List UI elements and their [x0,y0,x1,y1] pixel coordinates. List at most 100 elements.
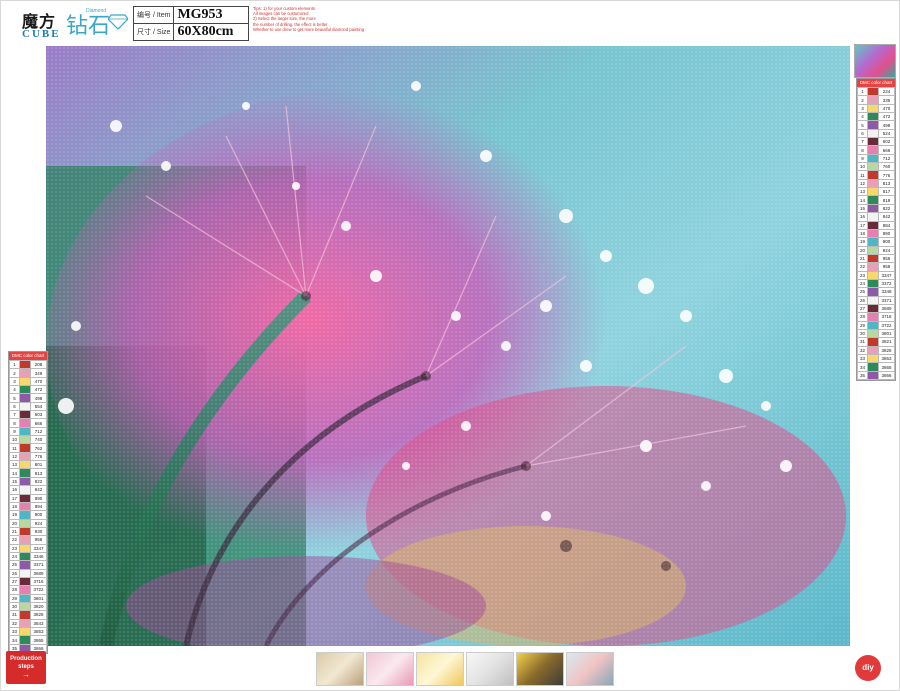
legend-swatch [866,270,879,280]
legend-row: 7 603 [9,410,48,420]
legend-index: 26 [857,295,868,305]
legend-code: 956 [877,253,896,264]
legend-code: 3346 [29,551,48,562]
legend-code: 3865 [877,362,896,372]
gem-icon [108,14,128,30]
legend-index: 30 [857,328,868,339]
legend-code: 3821 [877,337,896,347]
legend-row: 12 813 [857,178,896,189]
legend-code: 470 [877,103,896,114]
legend-row: 29 3722 [857,320,896,330]
legend-code: 900 [877,237,896,247]
legend-table: 1 224 2 335 3 470 4 472 5 498 6 524 7 602 8 666 9 712 10 76… [857,86,896,381]
legend-swatch [866,353,879,364]
legend-swatch [866,187,879,197]
legend-swatch [18,560,31,570]
legend-code: 930 [29,526,48,537]
legend-index: 29 [9,593,20,603]
legend-code: 3371 [29,560,48,570]
flower-artwork [46,46,850,646]
legend-row: 16 842 [857,212,896,222]
legend-code: 603 [29,410,48,420]
legend-swatch [866,370,879,381]
legend-row: 25 3348 [857,287,896,297]
note-line: Whether to use drew to get more beautifu… [253,26,365,32]
legend-index: 3 [857,103,868,114]
legend-code: 208 [29,359,48,370]
legend-index: 1 [857,86,868,97]
legend-code: 498 [29,393,48,403]
legend-swatch [18,501,31,512]
legend-index: 25 [9,560,20,570]
legend-row: 33 3853 [9,626,48,637]
legend-swatch [866,220,879,230]
legend-index: 4 [857,112,868,122]
legend-swatch [866,86,879,97]
legend-row: 4 472 [9,385,48,395]
step-photo-3 [416,652,464,686]
legend-code: 813 [29,468,48,478]
legend-code: 666 [877,145,896,155]
legend-code: 822 [29,476,48,487]
diamond-painting-preview [46,46,850,646]
legend-code: 776 [29,451,48,462]
legend-index: 28 [9,585,20,595]
legend-code: 801 [29,460,48,470]
step-photo-6 [566,652,614,686]
color-legend-right: DMC color chart 1 224 2 335 3 470 4 472 5 498 6 524… [856,78,896,382]
legend-row: 25 3371 [9,560,48,570]
legend-index: 16 [857,212,868,222]
legend-row: 5 498 [9,393,48,403]
brand-diamond-en: Diamond [86,8,107,14]
legend-row: 26 3371 [857,295,896,305]
legend-row: 1 224 [857,86,896,97]
legend-code: 3716 [29,576,48,587]
legend-code: 349 [29,368,48,378]
legend-row: 5 498 [857,120,896,130]
legend-index: 2 [9,368,20,378]
legend-code: 894 [29,501,48,512]
legend-index: 17 [857,220,868,230]
legend-code: 819 [877,195,896,205]
legend-index: 10 [857,162,868,172]
legend-swatch [18,576,31,587]
legend-index: 6 [857,128,868,139]
legend-code: 3347 [877,270,896,280]
legend-code: 335 [877,95,896,105]
legend-row: 28 3716 [857,312,896,322]
legend-swatch [866,128,879,139]
legend-row: 28 3722 [9,585,48,595]
legend-index: 19 [857,237,868,247]
product-info-table: 编号 / Item MG953 尺寸 / Size 60X80cm [132,6,250,41]
legend-swatch [18,543,31,553]
legend-code: 470 [29,376,48,387]
legend-swatch [866,312,879,322]
legend-swatch [18,635,31,645]
legend-index: 19 [9,510,20,520]
legend-swatch [18,418,31,428]
legend-row: 15 822 [857,203,896,214]
legend-index: 24 [857,278,868,289]
legend-index: 20 [9,518,20,528]
legend-swatch [866,170,879,180]
legend-swatch [18,401,31,412]
item-value: MG953 [173,6,250,24]
legend-swatch [18,601,31,612]
legend-index: 33 [857,353,868,364]
legend-code: 890 [29,493,48,503]
legend-swatch [866,237,879,247]
legend-swatch [18,368,31,378]
diy-badge: diy [855,655,881,681]
legend-index: 16 [9,485,20,495]
legend-swatch [866,278,879,289]
legend-row: 10 760 [857,162,896,172]
legend-swatch [18,593,31,603]
size-value: 60X80cm [173,23,250,41]
step-photo-4 [466,652,514,686]
legend-row: 21 930 [9,526,48,537]
legend-row: 1 208 [9,359,48,370]
brand-name-en: CUBE [22,28,61,40]
legend-row: 26 3689 [9,568,48,578]
legend-swatch [866,195,879,205]
legend-swatch [866,103,879,114]
